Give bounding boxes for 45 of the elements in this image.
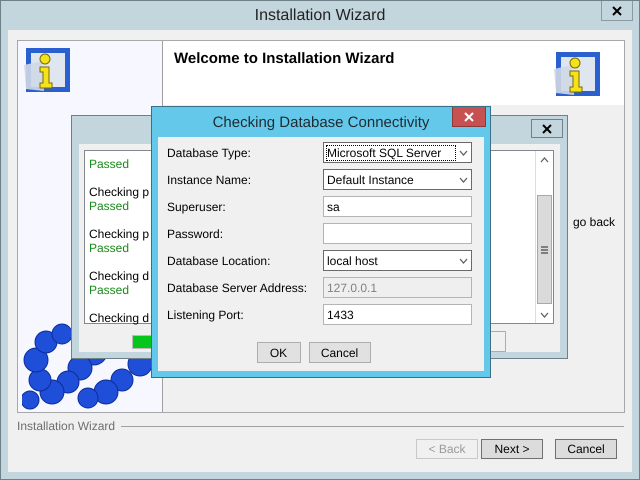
close-icon: [464, 112, 474, 122]
close-button[interactable]: [531, 119, 563, 138]
chevron-down-icon: [459, 258, 468, 264]
input-field[interactable]: 1433: [323, 304, 472, 325]
field-label: Database Location:: [167, 254, 270, 268]
chevron-down-icon: [459, 150, 468, 156]
log-line: Checking p: [89, 185, 150, 199]
instruction-text: go back: [573, 215, 616, 229]
info-icon: [22, 45, 72, 95]
dropdown[interactable]: local host: [323, 250, 472, 271]
input-field[interactable]: [323, 223, 472, 244]
dialog-title: Checking Database Connectivity: [212, 114, 430, 130]
group-label: Installation Wizard: [17, 419, 116, 433]
dialog-button[interactable]: Cancel: [308, 342, 370, 363]
window-title: Installation Wizard: [254, 6, 386, 24]
log-line: Passed: [89, 241, 130, 255]
grip-icon: [541, 246, 548, 254]
wizard-button[interactable]: Cancel: [555, 439, 617, 459]
log-line: Checking p: [89, 227, 150, 241]
scroll-thumb[interactable]: [537, 195, 552, 304]
close-icon: [542, 124, 552, 134]
field-label: Database Type:: [167, 146, 251, 160]
close-button[interactable]: [452, 107, 486, 127]
info-icon: [552, 49, 602, 99]
field-label: Instance Name:: [167, 172, 252, 186]
field-label: Listening Port:: [167, 308, 244, 322]
dialog-button[interactable]: OK: [256, 342, 300, 363]
input-field[interactable]: sa: [323, 196, 472, 217]
log-line: Checking d: [89, 311, 150, 325]
field-label: Database Server Address:: [167, 280, 308, 294]
dropdown[interactable]: Microsoft SQL Server: [323, 142, 472, 163]
log-line: Checking d: [89, 269, 150, 283]
scrollbar[interactable]: [535, 151, 553, 323]
chevron-down-icon: [540, 312, 549, 318]
field-label: Password:: [167, 226, 224, 240]
log-line: Passed: [89, 283, 130, 297]
wizard-button[interactable]: Next >: [481, 439, 543, 459]
log-line: Passed: [89, 157, 130, 171]
chevron-down-icon: [459, 176, 468, 182]
dropdown[interactable]: Default Instance: [323, 169, 472, 190]
field-label: Superuser:: [167, 200, 226, 214]
page-heading: Welcome to Installation Wizard: [174, 50, 394, 69]
close-button[interactable]: [601, 1, 633, 21]
close-icon: [612, 6, 622, 16]
log-line: Passed: [89, 199, 130, 213]
